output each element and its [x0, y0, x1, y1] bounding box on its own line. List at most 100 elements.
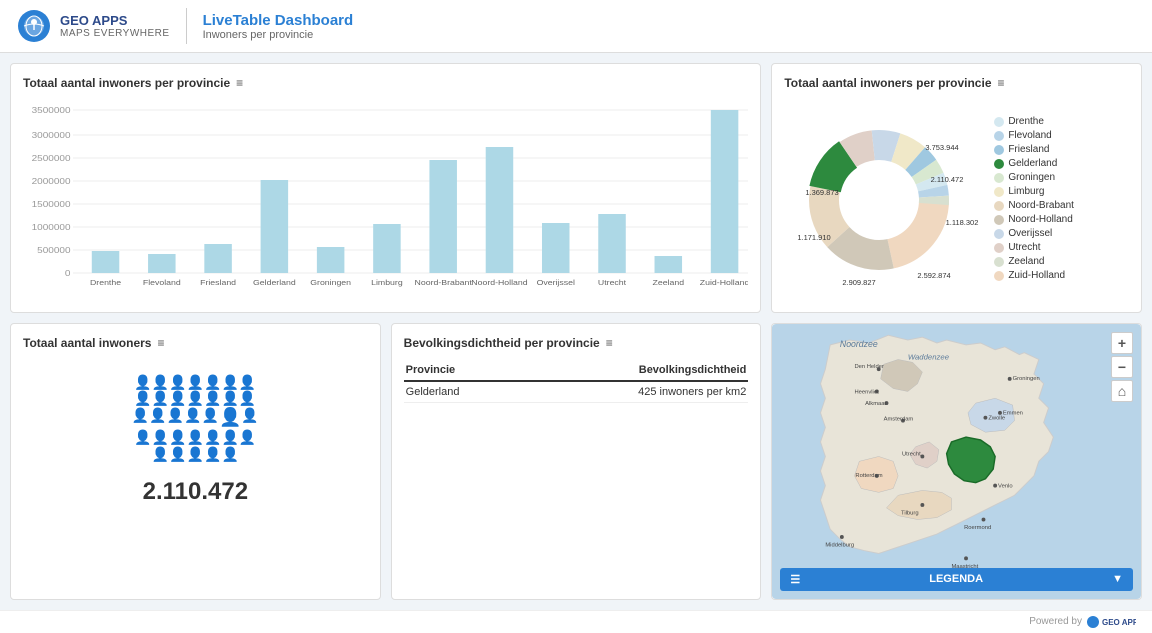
logo-area: GEO APPS MAPS EVERYWHERE: [16, 8, 170, 44]
svg-text:Friesland: Friesland: [200, 279, 236, 287]
person-icon: 👤: [239, 390, 256, 407]
svg-text:Alkmaar: Alkmaar: [865, 401, 886, 407]
svg-text:Rotterdam: Rotterdam: [856, 473, 883, 479]
svg-text:GEO APPS: GEO APPS: [1102, 618, 1136, 627]
svg-text:Zwolle: Zwolle: [989, 416, 1006, 422]
svg-text:1000000: 1000000: [32, 223, 71, 232]
legend-dropdown-icon: ▼: [1112, 573, 1123, 585]
netherlands-map-svg: Noordzee Waddenzee Groningen Emmen Den H…: [772, 324, 1141, 599]
donut-label-noordbrabant: 2.909.827: [843, 278, 876, 287]
svg-text:Middelburg: Middelburg: [826, 543, 855, 549]
svg-text:Utrecht: Utrecht: [902, 451, 921, 457]
bar-groningen: [317, 247, 345, 273]
svg-text:Zeeland: Zeeland: [653, 279, 685, 287]
svg-text:500000: 500000: [37, 246, 70, 255]
bar-filter-icon[interactable]: ≡: [236, 76, 243, 90]
person-icon: 👤: [169, 390, 186, 407]
svg-text:Limburg: Limburg: [371, 279, 403, 287]
density-table-title: Bevolkingsdichtheid per provincie ≡: [404, 336, 749, 350]
person-icon: 👤: [221, 429, 238, 446]
person-icon: 👤: [169, 446, 186, 463]
footer: Powered by GEO APPS: [0, 610, 1152, 633]
person-icon: 👤: [187, 374, 204, 391]
dashboard-grid: Totaal aantal inwoners per provincie ≡ 3…: [0, 53, 1152, 610]
bar-zeeland: [655, 256, 683, 273]
logo-brand: GEO APPS: [60, 13, 170, 29]
donut-label-gelderland: 2.110.472: [931, 175, 964, 184]
people-grid: 👤 👤 👤 👤 👤 👤 👤 👤 👤 👤 👤 👤 👤 👤 👤 👤 👤 👤 👤: [130, 374, 260, 463]
svg-text:Tilburg: Tilburg: [901, 511, 919, 517]
svg-text:Flevoland: Flevoland: [143, 279, 181, 287]
header-title-block: LiveTable Dashboard Inwoners per provinc…: [203, 12, 354, 41]
donut-label-limburg: 1.118.302: [946, 218, 979, 227]
bar-gelderland: [261, 180, 289, 273]
donut-label-zuidholland: 2.592.874: [918, 271, 951, 280]
geoapp-logo-icon: [16, 8, 52, 44]
svg-text:Emmen: Emmen: [1003, 411, 1023, 417]
bar-friesland: [204, 244, 232, 273]
bar-drenthe: [92, 251, 120, 273]
svg-text:2000000: 2000000: [32, 177, 71, 186]
person-icon: 👤: [152, 429, 169, 446]
legend-menu-icon: ☰: [790, 573, 800, 586]
person-icon: 👤: [239, 374, 256, 391]
person-icon: 👤: [221, 374, 238, 391]
donut-chart-card: Totaal aantal inwoners per provincie ≡: [771, 63, 1142, 313]
svg-text:Amsterdam: Amsterdam: [884, 417, 914, 423]
bar-noordbrabant: [429, 160, 457, 273]
person-icon: 👤: [134, 429, 151, 446]
bar-overijssel: [542, 223, 570, 273]
map-home-button[interactable]: ⌂: [1111, 380, 1133, 402]
map-zoom-in-button[interactable]: +: [1111, 332, 1133, 354]
donut-filter-icon[interactable]: ≡: [998, 76, 1005, 90]
person-icon: 👤: [204, 446, 221, 463]
dashboard-subtitle: Inwoners per provincie: [203, 29, 354, 41]
person-icon: 👤: [167, 407, 184, 429]
person-icon: 👤: [134, 390, 151, 407]
svg-text:Roermond: Roermond: [964, 525, 991, 531]
bar-chart-title: Totaal aantal inwoners per provincie ≡: [23, 76, 748, 90]
svg-text:1500000: 1500000: [32, 200, 71, 209]
svg-text:Groningen: Groningen: [1013, 376, 1040, 382]
svg-text:Venlo: Venlo: [998, 484, 1013, 490]
person-icon: 👤: [204, 390, 221, 407]
header-divider: [186, 8, 187, 44]
total-filter-icon[interactable]: ≡: [157, 336, 164, 350]
bar-zuidholland: [711, 110, 739, 273]
person-icon: 👤: [152, 390, 169, 407]
donut-area: 3.753.944 1.369.873 1.171.910 2.909.827 …: [784, 100, 1129, 300]
person-icon: 👤: [132, 407, 149, 429]
svg-text:Drenthe: Drenthe: [90, 279, 122, 287]
person-icon: 👤: [241, 407, 258, 429]
map-card: Noordzee Waddenzee Groningen Emmen Den H…: [771, 323, 1142, 600]
person-icon: 👤: [239, 429, 256, 446]
bar-limburg: [373, 224, 401, 273]
person-icon-highlight: 👤: [219, 407, 241, 429]
svg-text:Gelderland: Gelderland: [253, 279, 296, 287]
donut-label-noordholland: 3.753.944: [926, 143, 959, 152]
map-container: Noordzee Waddenzee Groningen Emmen Den H…: [772, 324, 1141, 599]
col-header-density: Bevolkingsdichtheid: [521, 360, 748, 381]
svg-text:Overijssel: Overijssel: [537, 279, 576, 287]
svg-text:Groningen: Groningen: [310, 279, 351, 287]
person-icon: 👤: [187, 390, 204, 407]
person-icon: 👤: [187, 446, 204, 463]
map-zoom-out-button[interactable]: −: [1111, 356, 1133, 378]
person-icon: 👤: [184, 407, 201, 429]
donut-label-overijssel: 1.171.910: [798, 233, 831, 242]
donut-legend: Drenthe Flevoland Friesland Gelderland G…: [994, 116, 1074, 284]
map-legend-bar[interactable]: ☰ LEGENDA ▼: [780, 568, 1133, 591]
density-filter-icon[interactable]: ≡: [606, 336, 613, 350]
bar-chart-svg: 3500000 3000000 2500000 2000000 1500000 …: [23, 100, 748, 300]
people-icon-area: 👤 👤 👤 👤 👤 👤 👤 👤 👤 👤 👤 👤 👤 👤 👤 👤 👤 👤 👤: [23, 360, 368, 520]
bar-flevoland: [148, 254, 176, 273]
density-province: Gelderland: [404, 381, 521, 403]
density-table-card: Bevolkingsdichtheid per provincie ≡ Prov…: [391, 323, 762, 600]
person-icon: 👤: [221, 446, 238, 463]
waddenzee-label: Waddenzee: [908, 352, 950, 361]
legend-label: LEGENDA: [929, 573, 983, 585]
person-icon: 👤: [204, 429, 221, 446]
svg-text:Heenvliet: Heenvliet: [855, 389, 880, 395]
donut-label-utrecht: 1.369.873: [806, 188, 839, 197]
density-value: 425 inwoners per km2: [521, 381, 748, 403]
